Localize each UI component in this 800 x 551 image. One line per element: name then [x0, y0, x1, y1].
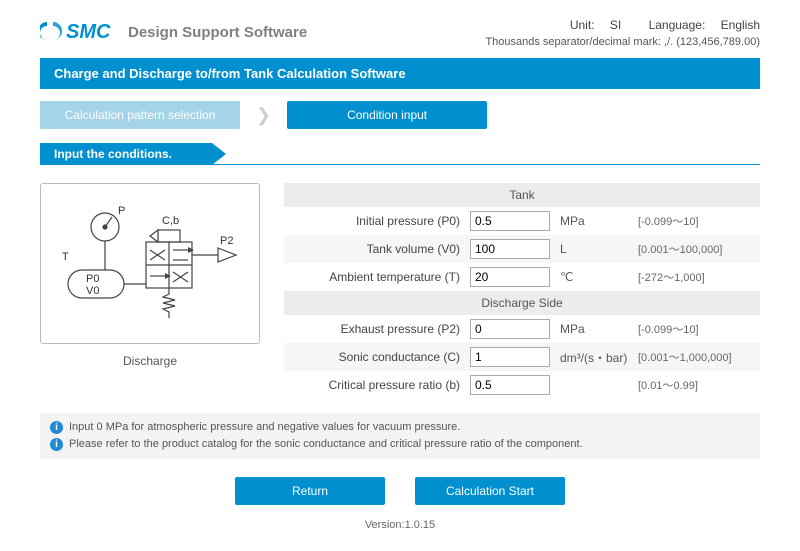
notes-panel: i Input 0 MPa for atmospheric pressure a… — [40, 413, 760, 459]
language-label: Language: — [649, 18, 706, 32]
label-c: Sonic conductance (C) — [290, 350, 470, 364]
logo-icon: SMC — [40, 18, 120, 47]
header: SMC Design Support Software Unit: SI Lan… — [40, 18, 760, 48]
input-c[interactable] — [470, 347, 550, 367]
brand: SMC Design Support Software — [40, 18, 307, 47]
chevron-right-icon: ❯ — [250, 105, 277, 126]
info-icon: i — [50, 421, 63, 434]
input-p2[interactable] — [470, 319, 550, 339]
label-p0: P0 — [86, 273, 99, 285]
svg-text:SMC: SMC — [66, 21, 111, 43]
instruction-banner: Input the conditions. — [40, 143, 760, 165]
unit-value[interactable]: SI — [610, 18, 621, 32]
step-pattern-selection[interactable]: Calculation pattern selection — [40, 101, 240, 129]
section-discharge: Discharge Side — [284, 291, 760, 315]
range-c: [0.001～1,000,000] — [630, 349, 754, 365]
title-bar: Charge and Discharge to/from Tank Calcul… — [40, 58, 760, 89]
note-1: Input 0 MPa for atmospheric pressure and… — [69, 421, 460, 433]
unit-c: dm³/(s・bar) — [550, 349, 630, 366]
label-v0: Tank volume (V0) — [290, 242, 470, 256]
label-p2: P2 — [220, 235, 233, 247]
range-v0: [0.001～100,000] — [630, 241, 754, 257]
unit-t: ℃ — [550, 270, 630, 284]
unit-v0: L — [550, 242, 630, 256]
label-p2: Exhaust pressure (P2) — [290, 322, 470, 336]
range-b: [0.01～0.99] — [630, 377, 754, 393]
language-value[interactable]: English — [721, 18, 760, 32]
instruction-text: Input the conditions. — [40, 143, 212, 165]
diagram-caption: Discharge — [40, 354, 260, 368]
range-p2: [-0.099～10] — [630, 321, 754, 337]
format-note: Thousands separator/decimal mark: ,/. (1… — [485, 36, 760, 48]
schematic-diagram: P T C,b P0 V0 P2 — [40, 183, 260, 344]
version-label: Version:1.0.15 — [40, 519, 760, 531]
step-condition-input[interactable]: Condition input — [287, 101, 487, 129]
return-button[interactable]: Return — [235, 477, 385, 505]
info-icon: i — [50, 438, 63, 451]
input-p0[interactable] — [470, 211, 550, 231]
input-b[interactable] — [470, 375, 550, 395]
section-tank: Tank — [284, 183, 760, 207]
unit-p0: MPa — [550, 214, 630, 228]
header-meta: Unit: SI Language: English Thousands sep… — [485, 18, 760, 48]
label-p: P — [118, 205, 125, 217]
label-t: T — [62, 251, 69, 263]
label-cb: C,b — [162, 215, 179, 227]
label-p0: Initial pressure (P0) — [290, 214, 470, 228]
label-v0: V0 — [86, 285, 99, 297]
unit-p2: MPa — [550, 322, 630, 336]
calculation-start-button[interactable]: Calculation Start — [415, 477, 565, 505]
range-p0: [-0.099～10] — [630, 213, 754, 229]
unit-label: Unit: — [570, 18, 595, 32]
input-v0[interactable] — [470, 239, 550, 259]
parameters-form: Tank Initial pressure (P0) MPa [-0.099～1… — [284, 183, 760, 399]
input-t[interactable] — [470, 267, 550, 287]
app-title: Design Support Software — [128, 24, 307, 41]
range-t: [-272～1,000] — [630, 269, 754, 285]
label-t: Ambient temperature (T) — [290, 270, 470, 284]
label-b: Critical pressure ratio (b) — [290, 378, 470, 392]
step-indicator: Calculation pattern selection ❯ Conditio… — [40, 101, 760, 129]
note-2: Please refer to the product catalog for … — [69, 438, 583, 450]
